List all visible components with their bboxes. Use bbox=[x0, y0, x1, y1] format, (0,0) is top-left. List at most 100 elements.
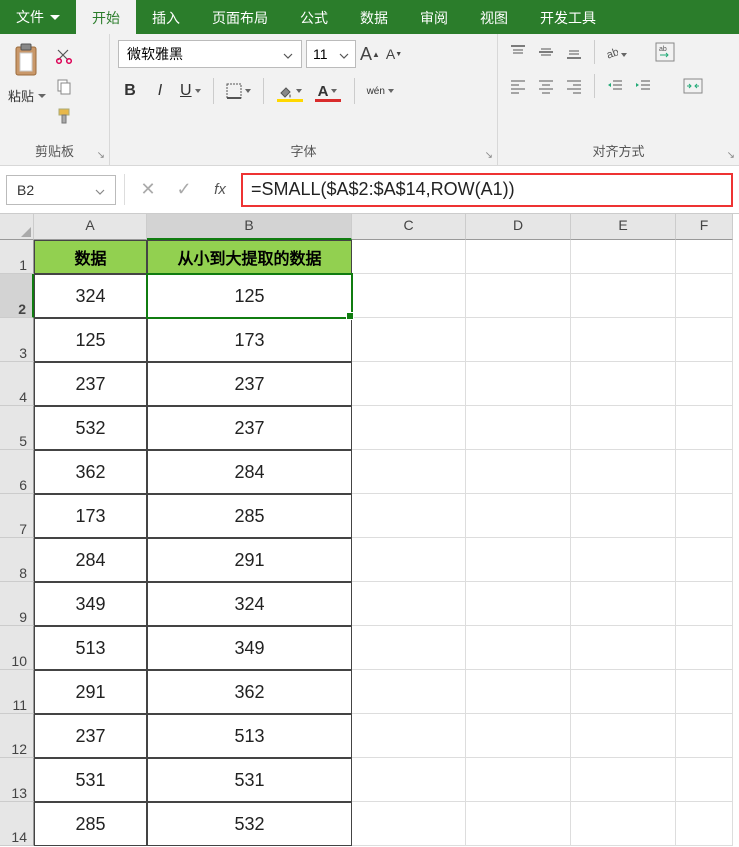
cell-C2[interactable] bbox=[352, 274, 466, 318]
fill-color-icon[interactable] bbox=[274, 78, 306, 104]
cell-F1[interactable] bbox=[676, 240, 733, 274]
cell-F7[interactable] bbox=[676, 494, 733, 538]
tab-view[interactable]: 视图 bbox=[464, 0, 524, 34]
increase-indent-icon[interactable] bbox=[631, 74, 655, 98]
cell-E10[interactable] bbox=[571, 626, 676, 670]
cell-D3[interactable] bbox=[466, 318, 571, 362]
clipboard-launcher-icon[interactable]: ↘ bbox=[97, 150, 105, 161]
cell-D1[interactable] bbox=[466, 240, 571, 274]
cell-F9[interactable] bbox=[676, 582, 733, 626]
cell-F2[interactable] bbox=[676, 274, 733, 318]
column-header-D[interactable]: D bbox=[466, 214, 571, 240]
cell-C7[interactable] bbox=[352, 494, 466, 538]
align-left-icon[interactable] bbox=[506, 74, 530, 98]
cell-A3[interactable]: 125 bbox=[34, 318, 147, 362]
cell-F5[interactable] bbox=[676, 406, 733, 450]
cell-D13[interactable] bbox=[466, 758, 571, 802]
cell-B1[interactable]: 从小到大提取的数据 bbox=[147, 240, 352, 274]
tab-review[interactable]: 审阅 bbox=[404, 0, 464, 34]
cell-F10[interactable] bbox=[676, 626, 733, 670]
cell-E12[interactable] bbox=[571, 714, 676, 758]
cell-E5[interactable] bbox=[571, 406, 676, 450]
cell-A10[interactable]: 513 bbox=[34, 626, 147, 670]
cell-C1[interactable] bbox=[352, 240, 466, 274]
shrink-font-icon[interactable]: A▼ bbox=[384, 41, 404, 67]
cell-D12[interactable] bbox=[466, 714, 571, 758]
cell-B13[interactable]: 531 bbox=[147, 758, 352, 802]
cell-C9[interactable] bbox=[352, 582, 466, 626]
cell-C14[interactable] bbox=[352, 802, 466, 846]
cell-E13[interactable] bbox=[571, 758, 676, 802]
copy-icon[interactable] bbox=[54, 76, 74, 96]
cell-E3[interactable] bbox=[571, 318, 676, 362]
cell-D2[interactable] bbox=[466, 274, 571, 318]
row-header[interactable]: 10 bbox=[0, 626, 34, 670]
format-painter-icon[interactable] bbox=[54, 106, 74, 126]
cell-B6[interactable]: 284 bbox=[147, 450, 352, 494]
cell-A2[interactable]: 324 bbox=[34, 274, 147, 318]
column-header-C[interactable]: C bbox=[352, 214, 466, 240]
row-header[interactable]: 4 bbox=[0, 362, 34, 406]
cell-C11[interactable] bbox=[352, 670, 466, 714]
cell-B7[interactable]: 285 bbox=[147, 494, 352, 538]
cell-E2[interactable] bbox=[571, 274, 676, 318]
font-name-select[interactable]: 微软雅黑 bbox=[118, 40, 302, 68]
bold-button[interactable]: B bbox=[118, 78, 142, 104]
tab-home[interactable]: 开始 bbox=[76, 0, 136, 34]
tab-page-layout[interactable]: 页面布局 bbox=[196, 0, 284, 34]
cell-A11[interactable]: 291 bbox=[34, 670, 147, 714]
align-center-icon[interactable] bbox=[534, 74, 558, 98]
cell-B8[interactable]: 291 bbox=[147, 538, 352, 582]
row-header[interactable]: 9 bbox=[0, 582, 34, 626]
row-header[interactable]: 12 bbox=[0, 714, 34, 758]
cell-A13[interactable]: 531 bbox=[34, 758, 147, 802]
cell-A12[interactable]: 237 bbox=[34, 714, 147, 758]
name-box[interactable]: B2 bbox=[6, 175, 116, 205]
cancel-formula-icon[interactable]: ✕ bbox=[133, 176, 163, 204]
insert-function-icon[interactable]: fx bbox=[205, 176, 235, 204]
paste-button[interactable]: 粘贴 bbox=[8, 86, 46, 105]
paste-icon[interactable] bbox=[9, 40, 45, 84]
cell-F11[interactable] bbox=[676, 670, 733, 714]
cell-B12[interactable]: 513 bbox=[147, 714, 352, 758]
cell-C12[interactable] bbox=[352, 714, 466, 758]
cell-A14[interactable]: 285 bbox=[34, 802, 147, 846]
row-header[interactable]: 14 bbox=[0, 802, 34, 846]
row-header[interactable]: 1 bbox=[0, 240, 34, 274]
font-color-icon[interactable]: A bbox=[312, 78, 344, 104]
alignment-launcher-icon[interactable]: ↘ bbox=[727, 150, 735, 161]
font-launcher-icon[interactable]: ↘ bbox=[485, 150, 493, 161]
cell-C5[interactable] bbox=[352, 406, 466, 450]
row-header[interactable]: 7 bbox=[0, 494, 34, 538]
cell-E9[interactable] bbox=[571, 582, 676, 626]
decrease-indent-icon[interactable] bbox=[603, 74, 627, 98]
align-bottom-icon[interactable] bbox=[562, 40, 586, 64]
cell-B5[interactable]: 237 bbox=[147, 406, 352, 450]
borders-icon[interactable] bbox=[224, 78, 253, 104]
row-header[interactable]: 2 bbox=[0, 274, 34, 318]
cell-B3[interactable]: 173 bbox=[147, 318, 352, 362]
cut-icon[interactable] bbox=[54, 46, 74, 66]
worksheet-grid[interactable]: ABCDEF1数据从小到大提取的数据2324125312517342372375… bbox=[0, 214, 739, 846]
column-header-E[interactable]: E bbox=[571, 214, 676, 240]
cell-C10[interactable] bbox=[352, 626, 466, 670]
cell-F14[interactable] bbox=[676, 802, 733, 846]
align-top-icon[interactable] bbox=[506, 40, 530, 64]
cell-B2[interactable]: 125 bbox=[147, 274, 352, 318]
tab-developer[interactable]: 开发工具 bbox=[524, 0, 612, 34]
cell-A5[interactable]: 532 bbox=[34, 406, 147, 450]
cell-E8[interactable] bbox=[571, 538, 676, 582]
tab-data[interactable]: 数据 bbox=[344, 0, 404, 34]
cell-D8[interactable] bbox=[466, 538, 571, 582]
font-size-select[interactable]: 11 bbox=[306, 40, 356, 68]
cell-A4[interactable]: 237 bbox=[34, 362, 147, 406]
cell-A9[interactable]: 349 bbox=[34, 582, 147, 626]
cell-C8[interactable] bbox=[352, 538, 466, 582]
cell-B10[interactable]: 349 bbox=[147, 626, 352, 670]
row-header[interactable]: 5 bbox=[0, 406, 34, 450]
align-right-icon[interactable] bbox=[562, 74, 586, 98]
cell-B14[interactable]: 532 bbox=[147, 802, 352, 846]
cell-F13[interactable] bbox=[676, 758, 733, 802]
row-header[interactable]: 8 bbox=[0, 538, 34, 582]
cell-A6[interactable]: 362 bbox=[34, 450, 147, 494]
